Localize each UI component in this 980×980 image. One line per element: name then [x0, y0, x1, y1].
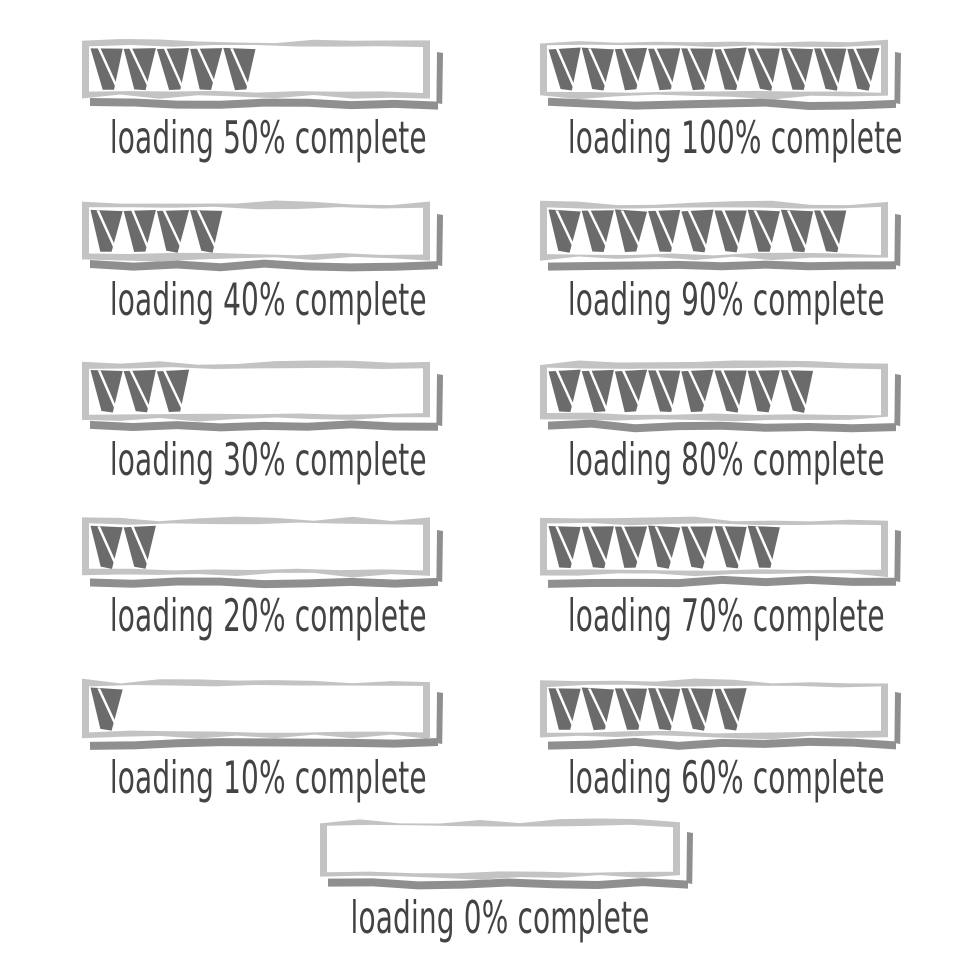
- progress-bar-label: loading 0% complete: [350, 892, 650, 944]
- progress-bar-label: loading 60% complete: [567, 752, 885, 804]
- progress-bar-label: loading 10% complete: [109, 752, 427, 804]
- progress-bar-80: loading 80% complete: [540, 360, 901, 486]
- progress-bar-70: loading 70% complete: [540, 516, 901, 642]
- progress-bar-collection: loading 50% complete loading 100% complet…: [0, 0, 980, 980]
- progress-bar-fill: [548, 47, 880, 91]
- progress-bar-60: loading 60% complete: [540, 678, 901, 804]
- progress-bar-fill: [90, 369, 190, 413]
- progress-bar-100: loading 100% complete: [540, 38, 903, 164]
- progress-bar-90: loading 90% complete: [540, 200, 901, 326]
- progress-bar-40: loading 40% complete: [82, 200, 443, 326]
- progress-bar-label: loading 50% complete: [109, 112, 427, 164]
- progress-bar-fill: [548, 209, 847, 253]
- progress-bar-label: loading 70% complete: [567, 590, 885, 642]
- progress-bar-label: loading 40% complete: [109, 274, 427, 326]
- progress-bar-label: loading 90% complete: [567, 274, 885, 326]
- progress-bar-fill: [90, 687, 123, 731]
- progress-bar-20: loading 20% complete: [82, 516, 443, 642]
- progress-bar-30: loading 30% complete: [82, 360, 443, 486]
- progress-bar-fill: [90, 209, 223, 253]
- progress-bar-fill: [548, 369, 814, 413]
- progress-bar-fill: [90, 47, 256, 91]
- progress-bar-label: loading 30% complete: [109, 434, 427, 486]
- progress-bar-label: loading 100% complete: [567, 112, 903, 164]
- progress-bar-fill: [548, 687, 747, 731]
- progress-bar-50: loading 50% complete: [82, 38, 443, 164]
- progress-bar-fill: [90, 525, 156, 569]
- progress-bar-frame: [82, 678, 430, 740]
- progress-bar-10: loading 10% complete: [82, 678, 443, 804]
- progress-bar-0: loading 0% complete: [320, 818, 693, 944]
- progress-bar-fill: [548, 525, 780, 569]
- progress-bar-label: loading 80% complete: [567, 434, 885, 486]
- progress-bar-frame: [320, 818, 680, 880]
- progress-bar-label: loading 20% complete: [109, 590, 427, 642]
